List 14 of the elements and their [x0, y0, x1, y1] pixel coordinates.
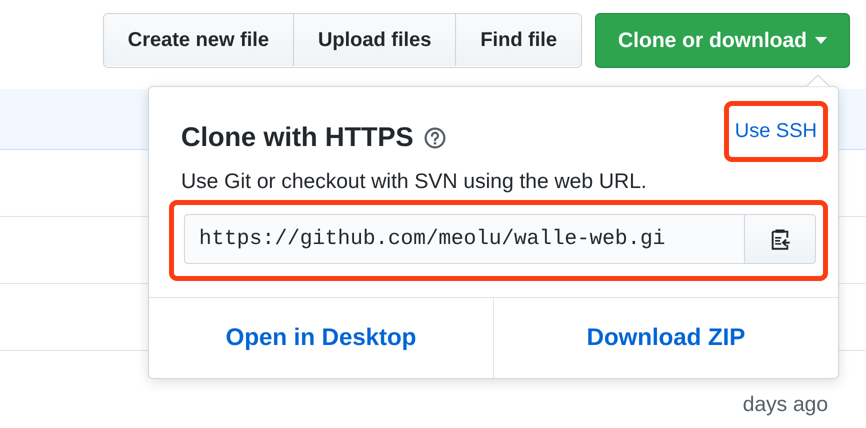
toolbar-button[interactable]: Upload files — [292, 14, 456, 66]
clone-url-field[interactable]: https://github.com/meolu/walle-web.gi — [184, 214, 744, 264]
popup-action-link[interactable]: Download ZIP — [493, 298, 838, 378]
use-ssh-link[interactable]: Use SSH — [734, 120, 817, 142]
clipboard-icon — [770, 228, 790, 250]
popup-action-link[interactable]: Open in Desktop — [149, 298, 493, 378]
toolbar-button[interactable]: Find file — [455, 14, 581, 66]
help-icon[interactable] — [424, 126, 446, 148]
copy-button[interactable] — [744, 214, 816, 264]
caret-icon — [815, 36, 827, 44]
popup-description: Use Git or checkout with SVN using the web URL. — [181, 170, 648, 194]
commit-age: days ago — [742, 393, 828, 417]
toolbar-button[interactable]: Create new file — [104, 14, 293, 66]
popup-title: Clone with HTTPS — [181, 122, 414, 153]
